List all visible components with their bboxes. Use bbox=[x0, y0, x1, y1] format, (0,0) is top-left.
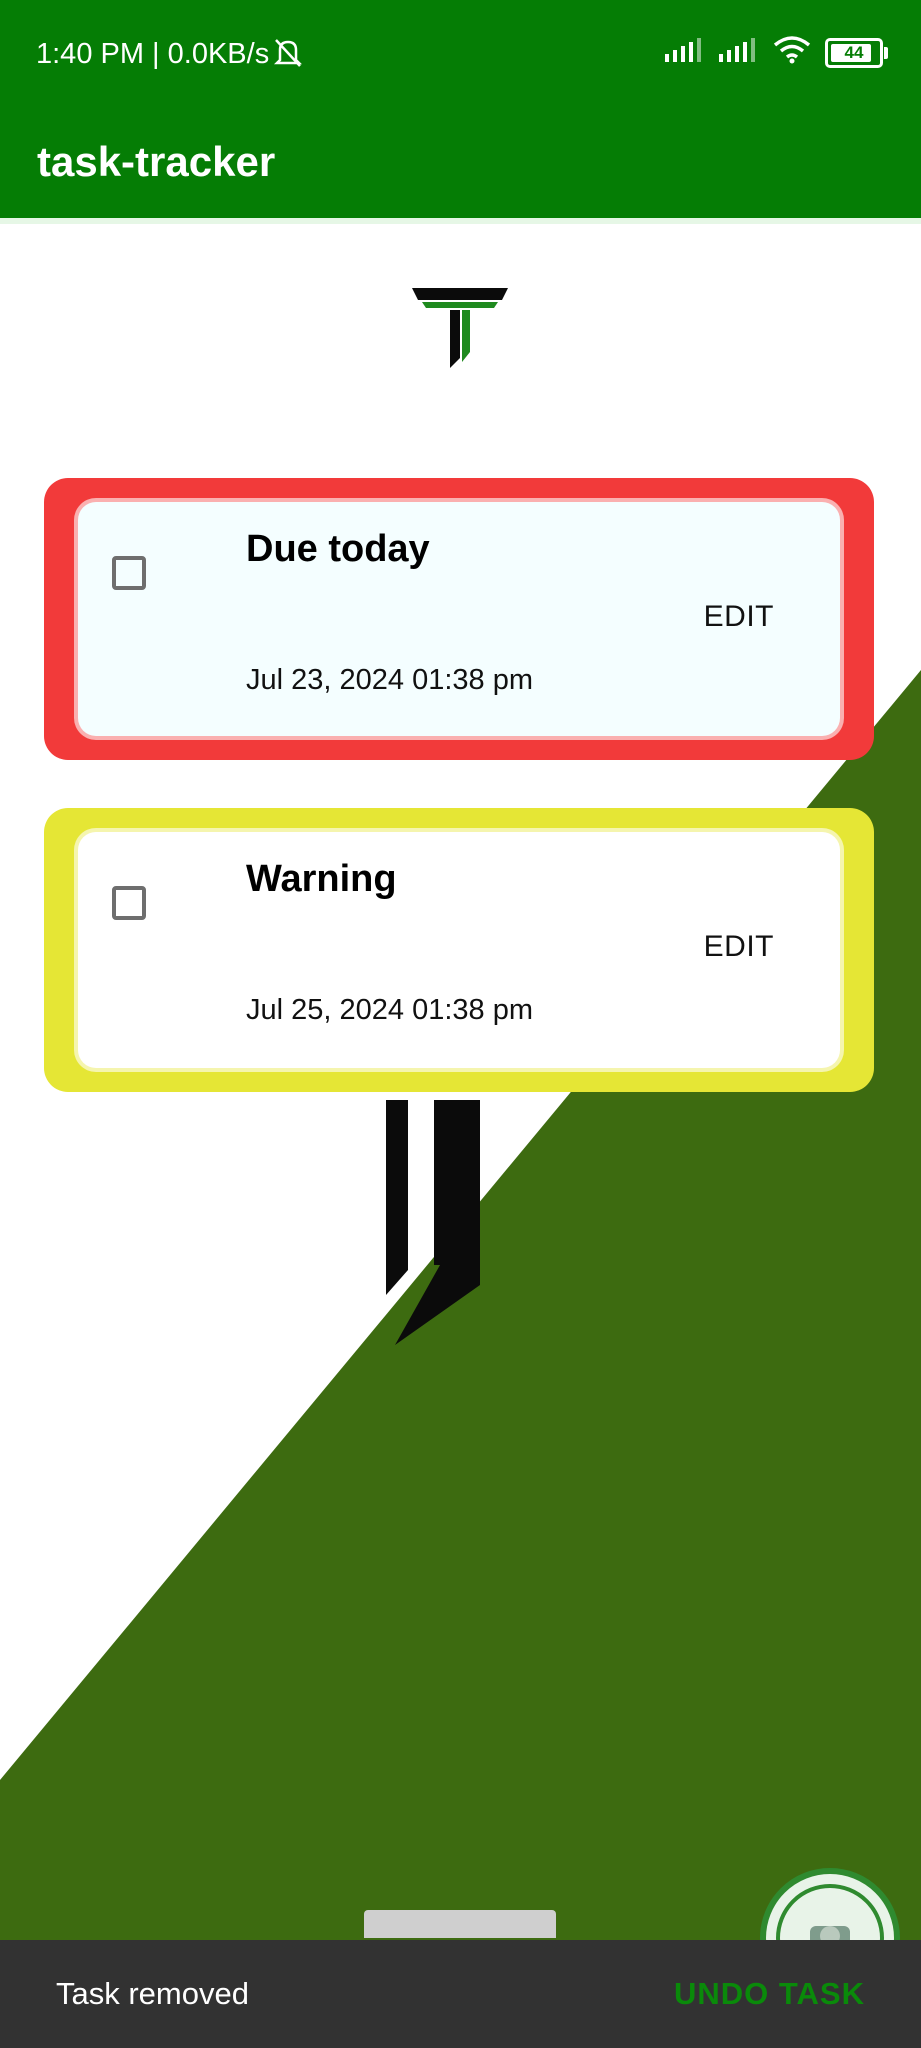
t-logo-icon bbox=[412, 288, 508, 368]
logo-stem-left bbox=[386, 1100, 408, 1295]
task-title: Due today bbox=[246, 528, 430, 570]
wifi-icon bbox=[773, 36, 811, 69]
status-icons: 44 bbox=[665, 36, 888, 69]
task-card-warning[interactable]: Warning EDIT Jul 25, 2024 01:38 pm bbox=[44, 808, 874, 1092]
undo-task-button[interactable]: UNDO TASK bbox=[674, 1976, 865, 2012]
task-checkbox[interactable] bbox=[112, 556, 146, 590]
signal-icon-2 bbox=[719, 38, 759, 67]
snackbar-message: Task removed bbox=[56, 1976, 249, 2011]
edit-button[interactable]: EDIT bbox=[704, 930, 774, 964]
task-card-body: Due today EDIT Jul 23, 2024 01:38 pm bbox=[78, 502, 840, 736]
task-title: Warning bbox=[246, 858, 397, 900]
battery-icon: 44 bbox=[825, 37, 888, 68]
app-bar: task-tracker bbox=[0, 110, 921, 218]
edit-button[interactable]: EDIT bbox=[704, 600, 774, 634]
scroll-indicator bbox=[364, 1910, 556, 1938]
battery-level: 44 bbox=[844, 42, 864, 62]
status-time: 1:40 PM | 0.0KB/s bbox=[36, 38, 270, 70]
app-bar-divider bbox=[0, 218, 921, 224]
status-bar: 1:40 PM | 0.0KB/s 44 bbox=[0, 0, 921, 110]
app-title: task-tracker bbox=[37, 138, 276, 185]
task-date: Jul 25, 2024 01:38 pm bbox=[246, 994, 533, 1026]
signal-icon bbox=[665, 38, 705, 67]
snackbar: Task removed UNDO TASK bbox=[0, 1940, 921, 2048]
task-checkbox[interactable] bbox=[112, 886, 146, 920]
task-date: Jul 23, 2024 01:38 pm bbox=[246, 664, 533, 696]
mute-bell-icon bbox=[272, 36, 304, 75]
task-card-due-today[interactable]: Due today EDIT Jul 23, 2024 01:38 pm bbox=[44, 478, 874, 760]
app-screen: 1:40 PM | 0.0KB/s 44 task-tracker Due to… bbox=[0, 0, 921, 2048]
task-card-body: Warning EDIT Jul 25, 2024 01:38 pm bbox=[78, 832, 840, 1068]
